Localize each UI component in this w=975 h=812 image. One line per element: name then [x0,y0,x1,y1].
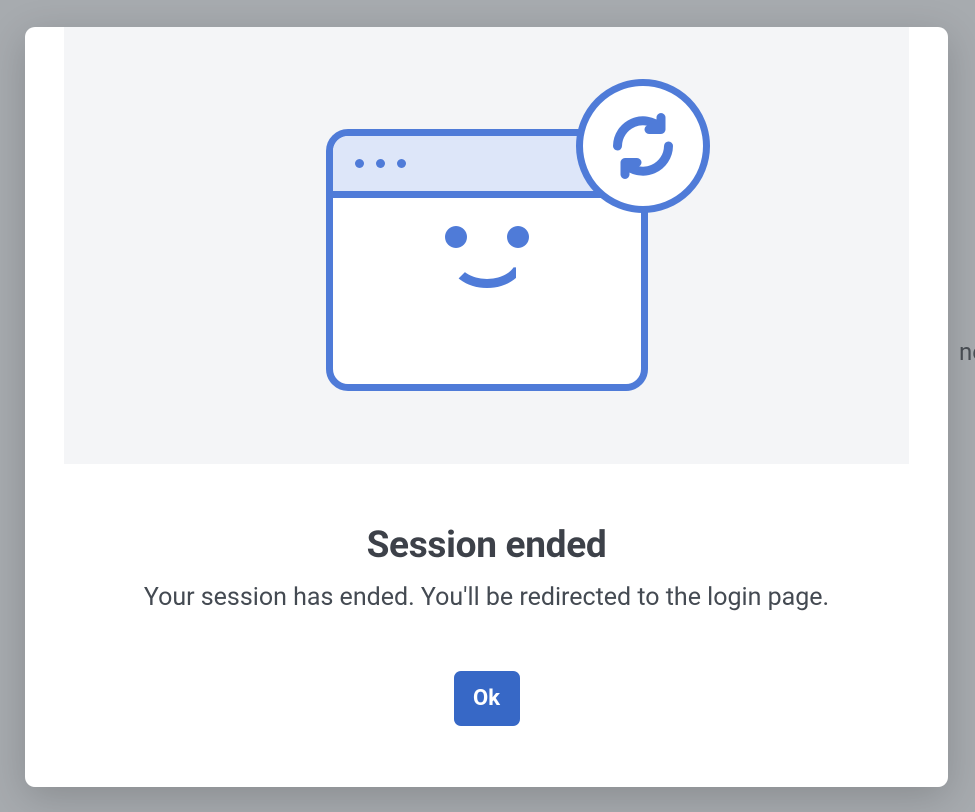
eye-icon [445,226,467,248]
smile-icon [449,252,525,288]
background-text-fragment: ne [959,338,975,366]
refresh-icon [607,110,679,182]
window-control-dot [376,159,385,168]
dialog-illustration [64,27,909,464]
face-eyes [445,226,529,248]
dialog-message: Your session has ended. You'll be redire… [25,583,948,612]
window-control-dot [397,159,406,168]
session-ended-dialog: Session ended Your session has ended. Yo… [25,27,948,787]
dialog-title: Session ended [25,524,948,567]
refresh-badge [576,79,710,213]
smiley-face-icon [333,226,641,288]
eye-icon [507,226,529,248]
ok-button[interactable]: Ok [454,671,520,726]
browser-window-icon [326,129,648,391]
window-control-dot [355,159,364,168]
